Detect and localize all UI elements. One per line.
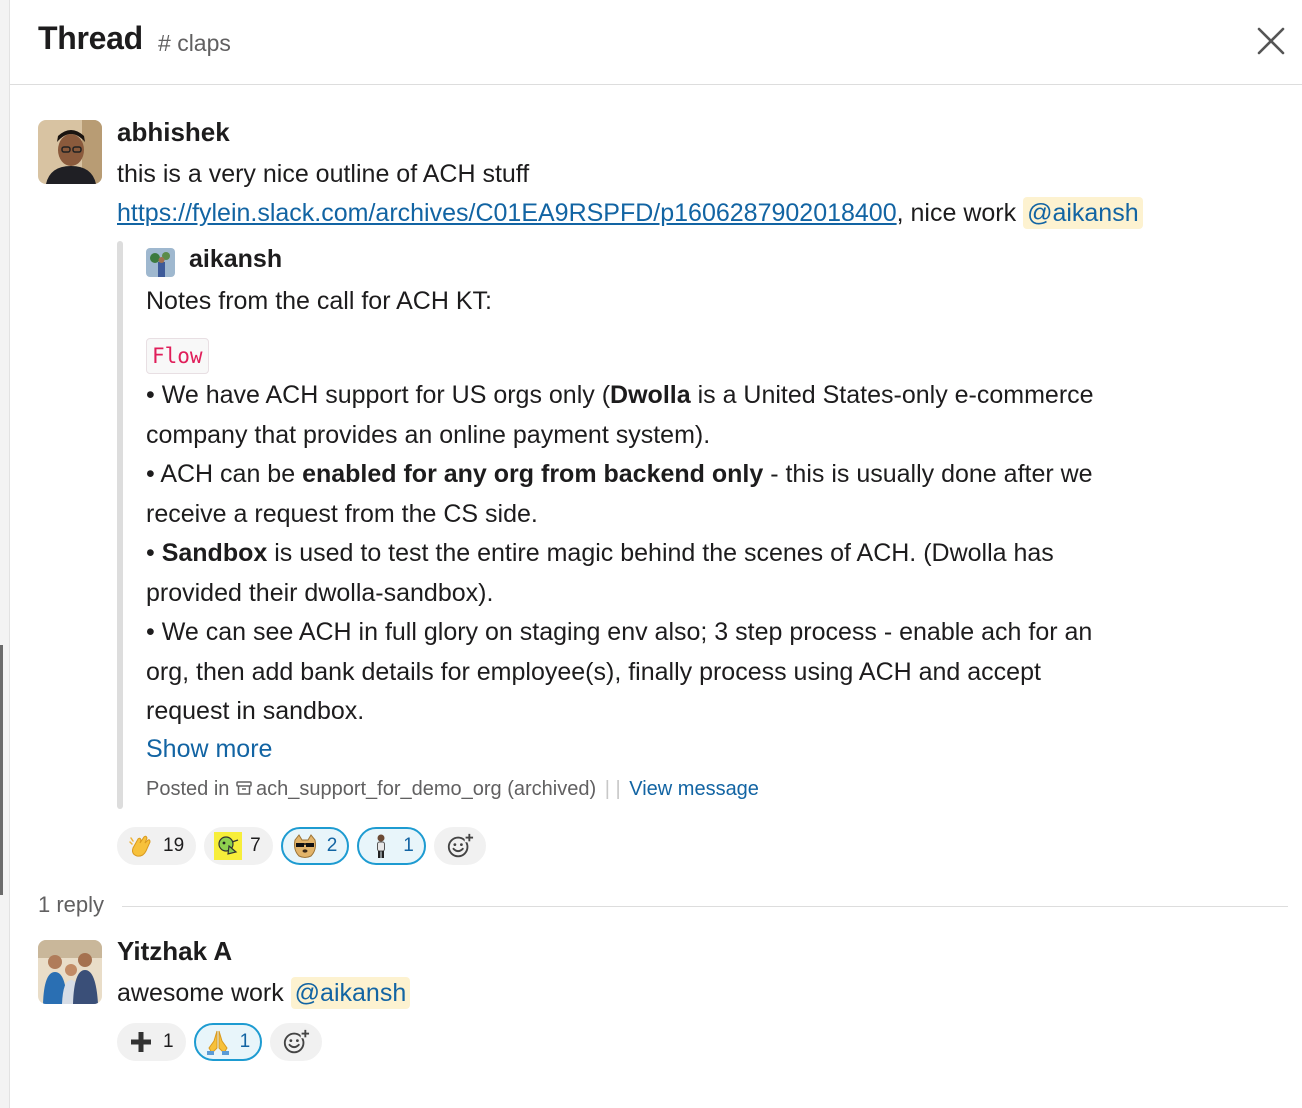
channel-link[interactable]: # claps [158, 30, 231, 57]
archived-channel-link[interactable]: ach_support_for_demo_org (archived) [256, 778, 596, 800]
message-text-suffix: , nice work [896, 199, 1024, 227]
left-panel-edge [0, 0, 10, 1108]
left-scrollbar[interactable] [0, 645, 3, 895]
reaction-folded-hands[interactable]: 1 [193, 1023, 263, 1061]
code-label: Flow [146, 338, 209, 374]
clap-icon [127, 832, 155, 860]
bullet-3: • Sandbox is used to test the entire mag… [146, 539, 1054, 607]
quote-bar [117, 241, 123, 809]
thread-title: Thread [38, 20, 143, 56]
close-icon[interactable] [1254, 24, 1288, 58]
reaction-count: 7 [250, 835, 261, 856]
bullet-2: • ACH can be enabled for any org from ba… [146, 460, 1093, 528]
reaction-clap[interactable]: 19 [117, 827, 197, 865]
party-parrot-icon [214, 832, 243, 860]
message-text: this is a very nice outline of ACH stuff [117, 160, 530, 188]
reply-reactions: 1 1 [117, 1023, 323, 1061]
reply-author-name[interactable]: Yitzhak A [117, 936, 232, 967]
reaction-party-parrot[interactable]: 7 [204, 827, 273, 865]
channel-name: claps [177, 30, 231, 56]
channel-hash-icon: # [158, 30, 171, 56]
show-more-link[interactable]: Show more [146, 735, 272, 764]
reaction-count: 1 [239, 1031, 251, 1052]
avatar-yitzhak[interactable] [38, 940, 102, 1004]
reaction-count: 1 [163, 1031, 174, 1052]
replies-count: 1 reply [38, 892, 105, 917]
footer-divider: | | [604, 778, 621, 800]
view-message-link[interactable]: View message [629, 778, 759, 800]
bullet-1: • We have ACH support for US orgs only (… [146, 381, 1094, 449]
message-link[interactable]: https://fylein.slack.com/archives/C01EA9… [117, 199, 897, 227]
replies-divider: 1 reply [38, 892, 1288, 922]
message-reactions: 19 7 2 1 [117, 827, 486, 865]
message-text-line2: https://fylein.slack.com/archives/C01EA9… [117, 193, 1143, 233]
reaction-plus[interactable]: 1 [117, 1023, 186, 1061]
mention-aikansh[interactable]: @aikansh [1023, 197, 1143, 229]
reaction-person[interactable]: 1 [357, 827, 426, 865]
shared-author-name[interactable]: aikansh [189, 245, 282, 274]
shared-heading: Notes from the call for ACH KT: [146, 287, 492, 315]
reaction-count: 1 [403, 835, 414, 856]
doge-sunglasses-icon [291, 832, 319, 860]
archive-icon [236, 781, 252, 795]
author-name[interactable]: abhishek [117, 117, 230, 148]
add-reaction-icon [446, 832, 474, 860]
plus-icon [127, 1028, 155, 1056]
reply-mention-aikansh[interactable]: @aikansh [290, 977, 411, 1009]
avatar-abhishek[interactable] [38, 120, 102, 184]
bullet-4: • We can see ACH in full glory on stagin… [146, 618, 1093, 725]
thread-header: Thread # claps [10, 0, 1302, 85]
posted-in-footer: Posted in ach_support_for_demo_org (arch… [146, 778, 759, 801]
reaction-doge[interactable]: 2 [280, 827, 350, 865]
reply-text: awesome work [117, 979, 291, 1007]
folded-hands-icon [204, 1028, 232, 1056]
person-icon [367, 832, 395, 860]
reply-text-line: awesome work @aikansh [117, 973, 411, 1013]
add-reaction-button[interactable] [433, 827, 486, 865]
reaction-count: 2 [326, 835, 338, 856]
avatar-aikansh[interactable] [146, 248, 175, 277]
add-reaction-button[interactable] [270, 1023, 323, 1061]
reaction-count: 19 [163, 835, 185, 856]
posted-in-label: Posted in [146, 778, 230, 800]
divider-line [122, 906, 1288, 907]
add-reaction-icon [282, 1028, 311, 1056]
